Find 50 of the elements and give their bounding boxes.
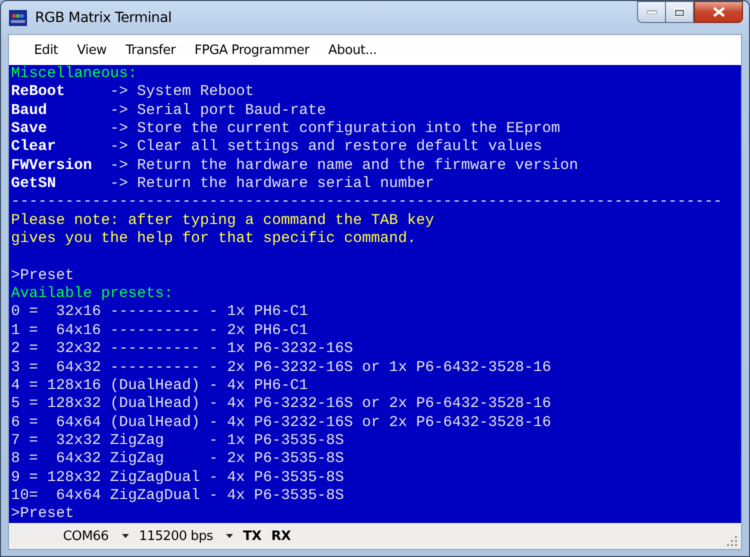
- output-line: -------------------------------------------------------------------------------: [11, 193, 722, 210]
- maximize-icon: [674, 8, 685, 16]
- close-icon: [712, 7, 724, 17]
- command-name: GetSN: [11, 175, 58, 194]
- command-description: -> Clear all settings and restore default values: [110, 138, 542, 156]
- output-line: 2 = 32x32 ---------- - 1x P6-3232-16S: [11, 340, 354, 358]
- status-indicator: TX: [243, 528, 262, 544]
- section-heading: Miscellaneous:: [11, 65, 138, 82]
- close-button[interactable]: [694, 1, 743, 23]
- menu-item[interactable]: Transfer: [118, 40, 184, 60]
- command-description: -> Return the hardware name and the firmware version: [110, 156, 578, 174]
- output-line: 3 = 64x32 ---------- - 2x P6-3232-16S or 1x P6-6432-3528-16: [11, 358, 552, 376]
- menu-item[interactable]: Edit: [26, 40, 66, 60]
- menu-item[interactable]: FPGA Programmer: [186, 40, 318, 60]
- output-line: 9 = 128x32 ZigZagDual - 4x P6-3535-8S: [11, 468, 344, 486]
- caret-icon: [122, 534, 129, 538]
- section-heading: Available presets:: [11, 285, 174, 302]
- output-line: >Preset: [11, 266, 74, 284]
- output-line: 7 = 32x32 ZigZag - 1x P6-3535-8S: [11, 432, 344, 449]
- minimize-button[interactable]: [637, 1, 665, 23]
- note-text: gives you the help for that specific command.: [11, 230, 416, 248]
- command-description: -> System Reboot: [110, 83, 254, 100]
- command-description: -> Serial port Baud-rate: [110, 102, 326, 119]
- output-line: 0 = 32x16 ---------- - 1x PH6-C1: [11, 303, 308, 320]
- command-name: FWVersion: [11, 156, 94, 176]
- menu-item[interactable]: About...: [320, 40, 385, 60]
- output-line: 10= 64x64 ZigZagDual - 4x P6-3535-8S: [11, 486, 344, 504]
- command-description: -> Return the hardware serial number: [110, 175, 434, 192]
- command-name: Baud: [11, 102, 48, 120]
- output-line: 1 = 64x16 ---------- - 2x PH6-C1: [11, 322, 308, 339]
- output-line: 8 = 64x32 ZigZag - 2x P6-3535-8S: [11, 450, 344, 468]
- command-name: ReBoot: [11, 83, 66, 102]
- window-title: RGB Matrix Terminal: [35, 10, 172, 26]
- resize-grip-icon[interactable]: [727, 536, 737, 546]
- output-line: >Preset: [11, 505, 74, 522]
- menu-item[interactable]: View: [68, 40, 115, 60]
- port-dropdown[interactable]: COM66: [9, 528, 129, 544]
- app-icon: [9, 10, 27, 26]
- note-text: Please note: after typing a command the TAB key: [11, 212, 434, 229]
- caret-icon: [226, 534, 233, 538]
- command-description: -> Store the current configuration into the EEprom: [110, 120, 560, 138]
- output-line: 4 = 128x16 (DualHead) - 4x PH6-C1: [11, 376, 308, 394]
- output-line: 5 = 128x32 (DualHead) - 4x P6-3232-16S or 2x P6-6432-3528-16: [11, 395, 552, 412]
- command-name: Save: [11, 120, 48, 138]
- minimize-icon: [646, 10, 656, 14]
- command-name: Clear: [11, 138, 58, 157]
- baud-dropdown[interactable]: 115200 bps: [139, 528, 233, 544]
- output-line: 6 = 64x64 (DualHead) - 4x P6-3232-16S or 2x P6-6432-3528-16: [11, 414, 552, 431]
- status-indicator: RX: [271, 528, 291, 544]
- maximize-button[interactable]: [665, 1, 694, 23]
